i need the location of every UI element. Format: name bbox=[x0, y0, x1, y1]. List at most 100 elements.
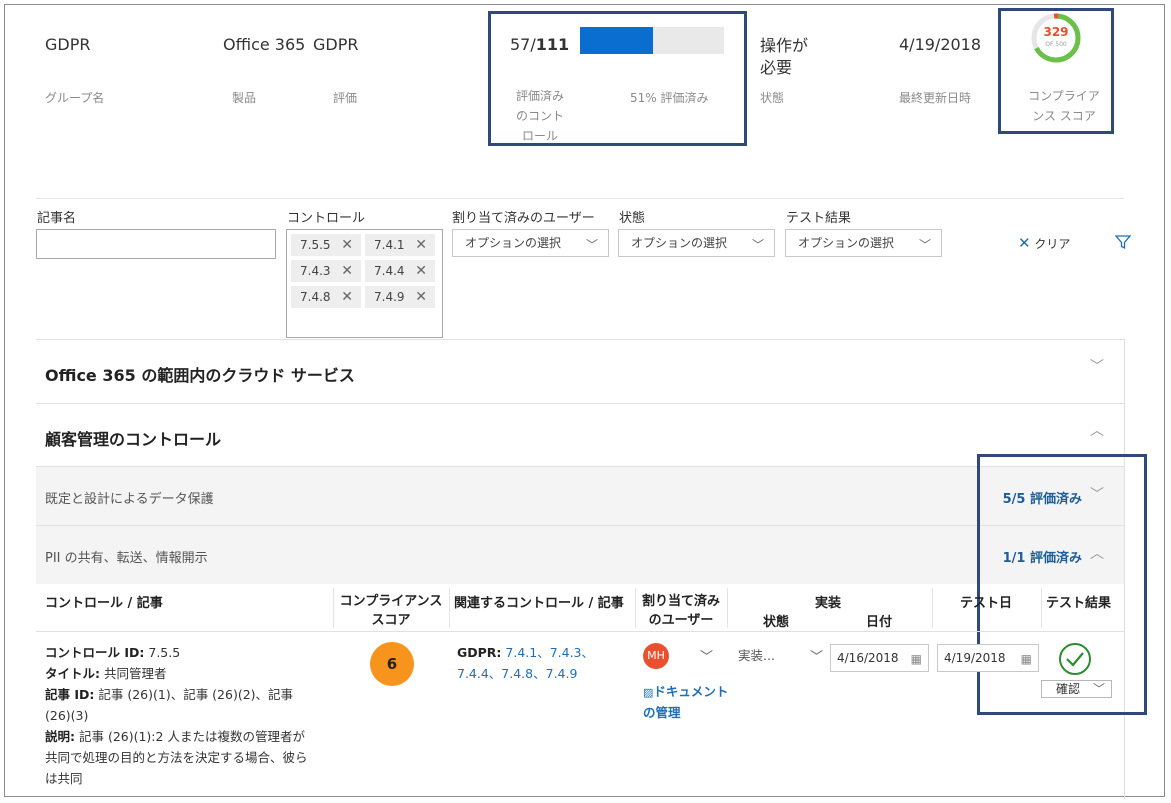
impl-state-select[interactable]: 実装... bbox=[738, 645, 775, 664]
state-select[interactable]: オプションの選択 ﹀ bbox=[618, 229, 775, 257]
control-id-value: 7.5.5 bbox=[144, 645, 181, 660]
subsection-title: 既定と設計によるデータ保護 bbox=[45, 492, 214, 507]
col-test-result: テスト結果 bbox=[1046, 596, 1112, 611]
remove-chip-icon[interactable]: ✕ bbox=[341, 286, 353, 308]
subsection-data-protection[interactable]: 既定と設計によるデータ保護 5/5 評価済み ﹀ bbox=[36, 466, 1124, 525]
assessed-count: 57/111 bbox=[510, 35, 569, 54]
impl-date-input[interactable]: 4/16/2018 ▦ bbox=[830, 644, 929, 672]
control-chip[interactable]: 7.5.5 ✕ bbox=[291, 234, 361, 256]
chevron-up-icon[interactable]: ︿ bbox=[1090, 420, 1104, 440]
document-icon: ▨ bbox=[643, 686, 654, 699]
subsection-pii-sharing[interactable]: PII の共有、転送、情報開示 1/1 評価済み ︿ bbox=[36, 525, 1124, 584]
article-name-input[interactable] bbox=[36, 229, 276, 259]
section-title: Office 365 の範囲内のクラウド サービス bbox=[45, 366, 355, 385]
col-divider bbox=[1041, 588, 1042, 628]
control-chip-label: 7.4.3 bbox=[300, 264, 331, 278]
control-chip-label: 7.4.4 bbox=[374, 264, 405, 278]
assessed-label: 評価済み のコント ロール bbox=[510, 86, 570, 146]
remove-chip-icon[interactable]: ✕ bbox=[341, 260, 353, 282]
col-divider bbox=[635, 588, 636, 628]
section-title: 顧客管理のコントロール bbox=[45, 430, 222, 449]
state-filter-label: 状態 bbox=[619, 211, 646, 226]
chevron-down-icon[interactable]: ﹀ bbox=[1090, 356, 1104, 376]
clear-filters-label: クリア bbox=[1034, 237, 1071, 251]
description-label: 説明: bbox=[45, 729, 75, 744]
related-control-links[interactable]: 7.4.1、7.4.3、 bbox=[501, 645, 594, 660]
col-control-article: コントロール / 記事 bbox=[45, 596, 163, 611]
col-divider bbox=[932, 588, 933, 628]
compliance-score-value: 329 bbox=[1043, 25, 1069, 39]
col-test-date: テスト日 bbox=[960, 596, 1013, 611]
manage-documents-label: の管理 bbox=[643, 705, 681, 720]
control-details: コントロール ID: 7.5.5 タイトル: 共同管理者 記事 ID: 記事 (… bbox=[45, 642, 335, 789]
test-result-select[interactable]: 確認 ﹀ bbox=[1041, 680, 1112, 698]
col-assigned-user-line: 割り当て済み bbox=[641, 594, 720, 609]
control-chip[interactable]: 7.4.1 ✕ bbox=[365, 234, 435, 256]
clear-filters-button[interactable]: ✕ クリア bbox=[1018, 234, 1070, 252]
product-value: Office 365 bbox=[223, 35, 306, 54]
state-selected: オプションの選択 bbox=[631, 236, 728, 250]
last-updated-value: 4/19/2018 bbox=[899, 35, 982, 54]
chevron-down-icon: ﹀ bbox=[1092, 682, 1105, 696]
test-date-input[interactable]: 4/19/2018 ▦ bbox=[937, 644, 1039, 672]
col-related: 関連するコントロール / 記事 bbox=[454, 596, 624, 611]
control-chip[interactable]: 7.4.8 ✕ bbox=[291, 286, 361, 308]
related-label: GDPR: bbox=[457, 645, 502, 660]
remove-chip-icon[interactable]: ✕ bbox=[415, 286, 427, 308]
assigned-user-selected: オプションの選択 bbox=[465, 236, 562, 250]
filter-icon[interactable] bbox=[1115, 234, 1131, 250]
assessed-done: 57 bbox=[510, 35, 531, 54]
control-filter-label: コントロール bbox=[287, 211, 366, 226]
impl-state-value: 実装... bbox=[738, 648, 775, 663]
section-cloud-services[interactable]: Office 365 の範囲内のクラウド サービス ﹀ bbox=[36, 339, 1124, 403]
description-value-cont: 共同で処理の目的と方法を決定する場合、彼ら bbox=[45, 750, 308, 765]
calendar-icon[interactable]: ▦ bbox=[1021, 646, 1032, 672]
assessment-value: GDPR bbox=[313, 35, 359, 54]
col-divider bbox=[727, 588, 728, 628]
status-value-line: 操作が bbox=[760, 36, 809, 55]
col-implementation: 実装 bbox=[815, 596, 842, 611]
group-name-value: GDPR bbox=[45, 35, 91, 54]
control-chip[interactable]: 7.4.9 ✕ bbox=[365, 286, 435, 308]
control-filter-box[interactable]: 7.5.5 ✕ 7.4.1 ✕ 7.4.3 ✕ 7.4.4 ✕ 7.4.8 ✕ 7.4.9… bbox=[286, 229, 443, 338]
assessed-label-line: 評価済み bbox=[515, 89, 564, 103]
related-control-links[interactable]: 7.4.4、7.4.8、7.4.9 bbox=[457, 663, 594, 684]
assigned-user-select[interactable]: オプションの選択 ﹀ bbox=[452, 229, 609, 257]
remove-chip-icon[interactable]: ✕ bbox=[341, 234, 353, 256]
article-id-label: 記事 ID: bbox=[45, 687, 95, 702]
col-assigned-user: 割り当て済み のユーザー bbox=[637, 592, 725, 630]
control-chip-label: 7.4.9 bbox=[374, 290, 405, 304]
control-title-value: 共同管理者 bbox=[100, 666, 167, 681]
status-label: 状態 bbox=[760, 91, 785, 105]
divider bbox=[36, 198, 1124, 199]
divider bbox=[36, 631, 1124, 632]
remove-chip-icon[interactable]: ✕ bbox=[415, 234, 427, 256]
col-divider bbox=[333, 588, 334, 628]
control-chip-label: 7.5.5 bbox=[300, 238, 331, 252]
test-result-filter-label: テスト結果 bbox=[786, 211, 852, 226]
manage-documents-label: ドキュメント bbox=[653, 684, 729, 699]
col-divider bbox=[449, 588, 450, 628]
assessed-progress-bar bbox=[580, 27, 724, 54]
control-chip[interactable]: 7.4.3 ✕ bbox=[291, 260, 361, 282]
status-value: 操作が 必要 bbox=[760, 35, 808, 79]
section-customer-managed[interactable]: 顧客管理のコントロール ︿ bbox=[36, 403, 1124, 467]
assessed-total: 111 bbox=[535, 35, 570, 54]
col-impl-date: 日付 bbox=[866, 615, 893, 630]
group-name-label: グループ名 bbox=[45, 91, 105, 105]
compliance-score-label-line: ンス スコア bbox=[1032, 109, 1096, 123]
article-id-value: 記事 (26)(1)、記事 (26)(2)、記事 bbox=[94, 687, 294, 702]
control-description: 説明: 記事 (26)(1):2 人または複数の管理者が bbox=[45, 726, 335, 747]
article-id-value-cont: (26)(3) bbox=[45, 708, 89, 723]
calendar-icon[interactable]: ▦ bbox=[911, 646, 922, 672]
test-result-select[interactable]: オプションの選択 ﹀ bbox=[785, 229, 942, 257]
assessment-label: 評価 bbox=[333, 91, 358, 105]
col-compliance-score-line: コンプライアンス bbox=[339, 594, 443, 609]
remove-chip-icon[interactable]: ✕ bbox=[415, 260, 427, 282]
col-compliance-score: コンプライアンス スコア bbox=[335, 592, 447, 630]
control-chip-label: 7.4.1 bbox=[374, 238, 405, 252]
chevron-down-icon[interactable]: ﹀ bbox=[810, 646, 823, 665]
manage-documents-link[interactable]: ▨ドキュメント の管理 bbox=[643, 682, 728, 723]
control-chip[interactable]: 7.4.4 ✕ bbox=[365, 260, 435, 282]
chevron-down-icon[interactable]: ﹀ bbox=[700, 646, 713, 665]
